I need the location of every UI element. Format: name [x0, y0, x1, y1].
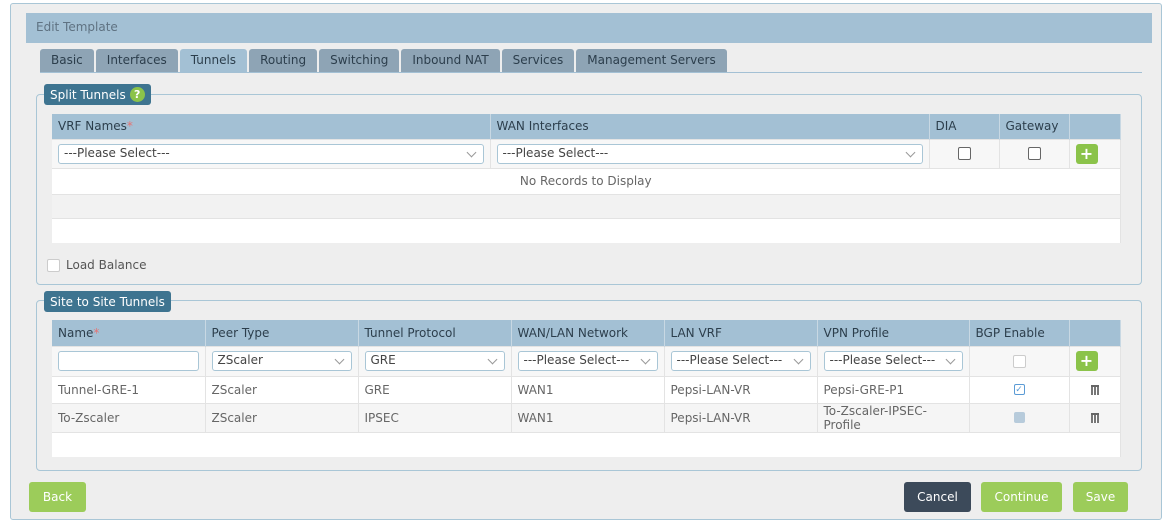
network-select[interactable]: ---Please Select---: [517, 351, 658, 371]
table-row: Tunnel-GRE-1 ZScaler GRE WAN1 Pepsi-LAN-VR Pe…: [52, 375, 1121, 403]
tab-services[interactable]: Services: [501, 49, 575, 72]
add-split-tunnel-button[interactable]: +: [1075, 143, 1098, 164]
load-balance-label: Load Balance: [66, 258, 147, 272]
help-icon[interactable]: ?: [129, 87, 145, 102]
col-vrf-names: VRF Names*: [52, 114, 491, 139]
load-balance-checkbox[interactable]: [47, 258, 60, 272]
page-title: Edit Template: [26, 13, 1152, 43]
tab-bar: Basic Interfaces Tunnels Routing Switchi…: [40, 49, 727, 73]
tunnel-protocol-select[interactable]: GRE: [364, 351, 505, 371]
split-tunnels-title: Split Tunnels: [50, 87, 126, 102]
col-peer-type: Peer Type: [205, 320, 359, 346]
back-button[interactable]: Back: [29, 482, 86, 512]
tab-switching[interactable]: Switching: [319, 49, 400, 72]
tab-tunnels[interactable]: Tunnels: [179, 49, 248, 72]
table-row: To-Zscaler ZScaler IPSEC WAN1 Pepsi-LAN-VR To…: [52, 402, 1121, 432]
empty-message: No Records to Display: [52, 167, 1121, 194]
peer-type-select[interactable]: ZScaler: [211, 351, 352, 371]
wan-select[interactable]: ---Please Select---: [496, 143, 923, 164]
split-tunnels-table: VRF Names* WAN Interfaces DIA Gateway ---Pl…: [52, 114, 1121, 243]
continue-button[interactable]: Continue: [981, 482, 1062, 512]
col-vpn-profile: VPN Profile: [817, 320, 970, 346]
col-wan-interfaces: WAN Interfaces: [490, 114, 930, 139]
name-input[interactable]: [58, 351, 199, 371]
site-to-site-table: Name* Peer Type Tunnel Protocol WAN/LAN …: [52, 320, 1121, 457]
col-name: Name*: [52, 320, 206, 346]
bgp-enable-checkbox[interactable]: [1012, 354, 1026, 368]
cancel-button[interactable]: Cancel: [904, 482, 971, 512]
bgp-unchecked-icon[interactable]: [1013, 412, 1025, 423]
col-lan-vrf: LAN VRF: [664, 320, 818, 346]
tab-routing[interactable]: Routing: [249, 49, 318, 72]
add-tunnel-button[interactable]: +: [1075, 351, 1098, 371]
tab-divider: [40, 72, 1142, 73]
tab-interfaces[interactable]: Interfaces: [95, 49, 178, 72]
col-bgp-enable: BGP Enable: [969, 320, 1070, 346]
load-balance-option[interactable]: Load Balance: [47, 258, 146, 272]
tab-basic[interactable]: Basic: [40, 49, 94, 72]
site-to-site-title: Site to Site Tunnels: [44, 291, 171, 312]
gateway-checkbox[interactable]: [1027, 147, 1041, 160]
col-gateway: Gateway: [999, 114, 1070, 139]
col-tunnel-protocol: Tunnel Protocol: [358, 320, 512, 346]
bgp-checked-icon[interactable]: ✓: [1013, 384, 1025, 395]
tab-management-servers[interactable]: Management Servers: [576, 49, 727, 72]
vpn-profile-select[interactable]: ---Please Select---: [823, 351, 963, 371]
vrf-select[interactable]: ---Please Select---: [58, 143, 484, 164]
delete-icon[interactable]: [1090, 412, 1099, 423]
dia-checkbox[interactable]: [957, 147, 971, 160]
tab-inbound-nat[interactable]: Inbound NAT: [401, 49, 500, 72]
col-dia: DIA: [929, 114, 1000, 139]
lan-vrf-select[interactable]: ---Please Select---: [670, 351, 811, 371]
col-wan-lan-network: WAN/LAN Network: [511, 320, 665, 346]
save-button[interactable]: Save: [1073, 482, 1128, 512]
split-tunnels-legend: Split Tunnels ?: [44, 84, 151, 105]
delete-icon[interactable]: [1090, 384, 1099, 395]
